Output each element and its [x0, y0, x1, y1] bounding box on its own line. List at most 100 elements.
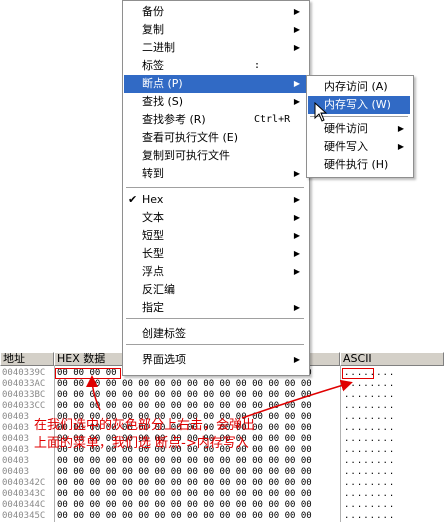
menu-item-label: 浮点 — [142, 265, 164, 278]
menu-item-13[interactable]: 长型 ▶ — [124, 245, 306, 263]
dump-ascii-cell[interactable]: ........ — [344, 500, 395, 511]
submenu-arrow-icon: ▶ — [293, 231, 300, 240]
submenu-item-4[interactable]: 硬件执行 (H) — [308, 156, 410, 174]
menu-item-9[interactable]: 转到 ▶ — [124, 165, 306, 183]
dump-addr-cell[interactable]: 004033AC — [2, 379, 45, 390]
selected-ascii-highlight — [342, 368, 374, 379]
menu-item-label: 创建标签 — [142, 327, 186, 340]
menu-item-label: 短型 — [142, 229, 164, 242]
menu-item-6[interactable]: 查找参考 (R) Ctrl+R — [124, 111, 306, 129]
menu-item-15[interactable]: 反汇编 — [124, 281, 306, 299]
menu-item-shortcut: Ctrl+R — [254, 114, 291, 125]
menu-item-12[interactable]: 短型 ▶ — [124, 227, 306, 245]
dump-ascii-cell[interactable]: ........ — [344, 511, 395, 522]
dump-row[interactable]: 0040342C 00 00 00 00 00 00 00 00 00 00 00… — [0, 478, 444, 489]
menu-item-4[interactable]: 断点 (P) ▶ — [124, 75, 306, 93]
dump-ascii-cell[interactable]: ........ — [344, 423, 395, 434]
menu-item-8[interactable]: 复制到可执行文件 — [124, 147, 306, 165]
dump-row[interactable]: 0040345C 00 00 00 00 00 00 00 00 00 00 00… — [0, 511, 444, 522]
dump-addr-cell[interactable]: 00403 — [2, 423, 29, 434]
menu-item-label: 反汇编 — [142, 283, 175, 296]
dump-addr-cell[interactable]: 00403 — [2, 467, 29, 478]
dump-hex-cell[interactable]: 00 00 00 00 00 00 00 00 00 00 00 00 00 0… — [57, 467, 312, 478]
menu-item-5[interactable]: 查找 (S) ▶ — [124, 93, 306, 111]
dump-hex-cell[interactable]: 00 00 00 00 00 00 00 00 00 00 00 00 00 0… — [57, 478, 312, 489]
submenu-arrow-icon: ▶ — [293, 97, 300, 106]
menu-item-16[interactable]: 指定 ▶ — [124, 299, 306, 317]
dump-addr-cell[interactable]: 00403 — [2, 456, 29, 467]
menu-item-0[interactable]: 备份 ▶ — [124, 3, 306, 21]
dump-hex-cell[interactable]: 00 00 00 00 00 00 00 00 00 00 00 00 00 0… — [57, 500, 312, 511]
menu-separator — [126, 344, 304, 346]
menu-item-10[interactable]: ✔ Hex ▶ — [124, 191, 306, 209]
submenu-arrow-icon: ▶ — [293, 43, 300, 52]
dump-row[interactable]: 0040344C 00 00 00 00 00 00 00 00 00 00 00… — [0, 500, 444, 511]
submenu-arrow-icon: ▶ — [293, 25, 300, 34]
menu-item-7[interactable]: 查看可执行文件 (E) — [124, 129, 306, 147]
menu-item-label: 查找 (S) — [142, 95, 184, 108]
dump-row[interactable]: 004033CC 00 00 00 00 00 00 00 00 00 00 00… — [0, 401, 444, 412]
dump-addr-cell[interactable]: 0040339C — [2, 368, 45, 379]
dump-ascii-cell[interactable]: ........ — [344, 379, 395, 390]
dump-hex-cell[interactable]: 00 00 00 00 00 00 00 00 00 00 00 00 00 0… — [57, 379, 312, 390]
dump-ascii-cell[interactable]: ........ — [344, 401, 395, 412]
column-header-address[interactable]: 地址 — [0, 352, 54, 366]
menu-item-label: 长型 — [142, 247, 164, 260]
dump-addr-cell[interactable]: 004033CC — [2, 401, 45, 412]
menu-item-label: 转到 — [142, 167, 164, 180]
check-icon: ✔ — [128, 193, 138, 206]
dump-hex-cell[interactable]: 00 00 00 00 00 00 00 00 00 00 00 00 00 0… — [57, 489, 312, 500]
dump-addr-cell[interactable]: 0040344C — [2, 500, 45, 511]
submenu-arrow-icon: ▶ — [293, 7, 300, 16]
dump-ascii-cell[interactable]: ........ — [344, 445, 395, 456]
dump-hex-cell[interactable]: 00 00 00 00 00 00 00 00 00 00 00 00 00 0… — [57, 401, 312, 412]
menu-item-14[interactable]: 浮点 ▶ — [124, 263, 306, 281]
submenu-item-label: 内存访问 (A) — [324, 80, 388, 93]
dump-ascii-cell[interactable]: ........ — [344, 390, 395, 401]
dump-hex-cell[interactable]: 00 00 00 00 00 00 00 00 00 00 00 00 00 0… — [57, 511, 312, 522]
dump-row[interactable]: 004033BC 00 00 00 00 00 00 00 00 00 00 00… — [0, 390, 444, 401]
menu-item-label: 文本 — [142, 211, 164, 224]
submenu-item-label: 内存写入 (W) — [324, 98, 391, 111]
dump-hex-cell[interactable]: 00 00 00 00 00 00 00 00 00 00 00 00 00 0… — [57, 456, 312, 467]
dump-ascii-cell[interactable]: ........ — [344, 412, 395, 423]
dump-ascii-cell[interactable]: ........ — [344, 467, 395, 478]
dump-addr-cell[interactable]: 00403 — [2, 445, 29, 456]
selected-bytes-highlight — [55, 368, 121, 379]
dump-row[interactable]: 0040343C 00 00 00 00 00 00 00 00 00 00 00… — [0, 489, 444, 500]
menu-separator — [126, 187, 304, 189]
menu-item-17[interactable]: 创建标签 — [124, 325, 306, 343]
dump-addr-cell[interactable]: 0040345C — [2, 511, 45, 522]
dump-addr-cell[interactable]: 0040342C — [2, 478, 45, 489]
menu-item-3[interactable]: 标签: — [124, 57, 306, 75]
menu-item-18[interactable]: 界面选项 ▶ — [124, 351, 306, 369]
menu-item-label: 标签 — [142, 59, 164, 72]
menu-item-label: 查找参考 (R) — [142, 113, 206, 126]
submenu-item-3[interactable]: 硬件写入 ▶ — [308, 138, 410, 156]
menu-item-1[interactable]: 复制 ▶ — [124, 21, 306, 39]
submenu-arrow-icon: ▶ — [293, 267, 300, 276]
menu-item-shortcut: : — [254, 60, 261, 71]
menu-item-2[interactable]: 二进制 ▶ — [124, 39, 306, 57]
dump-row[interactable]: 00403 00 00 00 00 00 00 00 00 00 00 00 00… — [0, 456, 444, 467]
dump-ascii-cell[interactable]: ........ — [344, 434, 395, 445]
dump-addr-cell[interactable]: 00403 — [2, 434, 29, 445]
dump-ascii-cell[interactable]: ........ — [344, 489, 395, 500]
submenu-item-2[interactable]: 硬件访问 ▶ — [308, 120, 410, 138]
submenu-item-label: 硬件访问 — [324, 122, 368, 135]
dump-row[interactable]: 004033AC 00 00 00 00 00 00 00 00 00 00 00… — [0, 379, 444, 390]
dump-row[interactable]: 00403 00 00 00 00 00 00 00 00 00 00 00 00… — [0, 467, 444, 478]
submenu-arrow-icon: ▶ — [293, 303, 300, 312]
dump-addr-cell[interactable]: 0040343C — [2, 489, 45, 500]
column-header-ascii[interactable]: ASCII — [340, 352, 444, 366]
dump-addr-cell[interactable]: 004033BC — [2, 390, 45, 401]
breakpoint-submenu: 内存访问 (A) 内存写入 (W) 硬件访问 ▶ 硬件写入 ▶ 硬件执行 (H) — [306, 75, 414, 178]
menu-item-11[interactable]: 文本 ▶ — [124, 209, 306, 227]
dump-ascii-cell[interactable]: ........ — [344, 456, 395, 467]
dump-ascii-cell[interactable]: ........ — [344, 478, 395, 489]
submenu-item-0[interactable]: 内存访问 (A) — [308, 78, 410, 96]
dump-addr-cell[interactable]: 00403 — [2, 412, 29, 423]
menu-item-label: Hex — [142, 193, 164, 206]
menu-item-label: 二进制 — [142, 41, 175, 54]
dump-hex-cell[interactable]: 00 00 00 00 00 00 00 00 00 00 00 00 00 0… — [57, 390, 312, 401]
